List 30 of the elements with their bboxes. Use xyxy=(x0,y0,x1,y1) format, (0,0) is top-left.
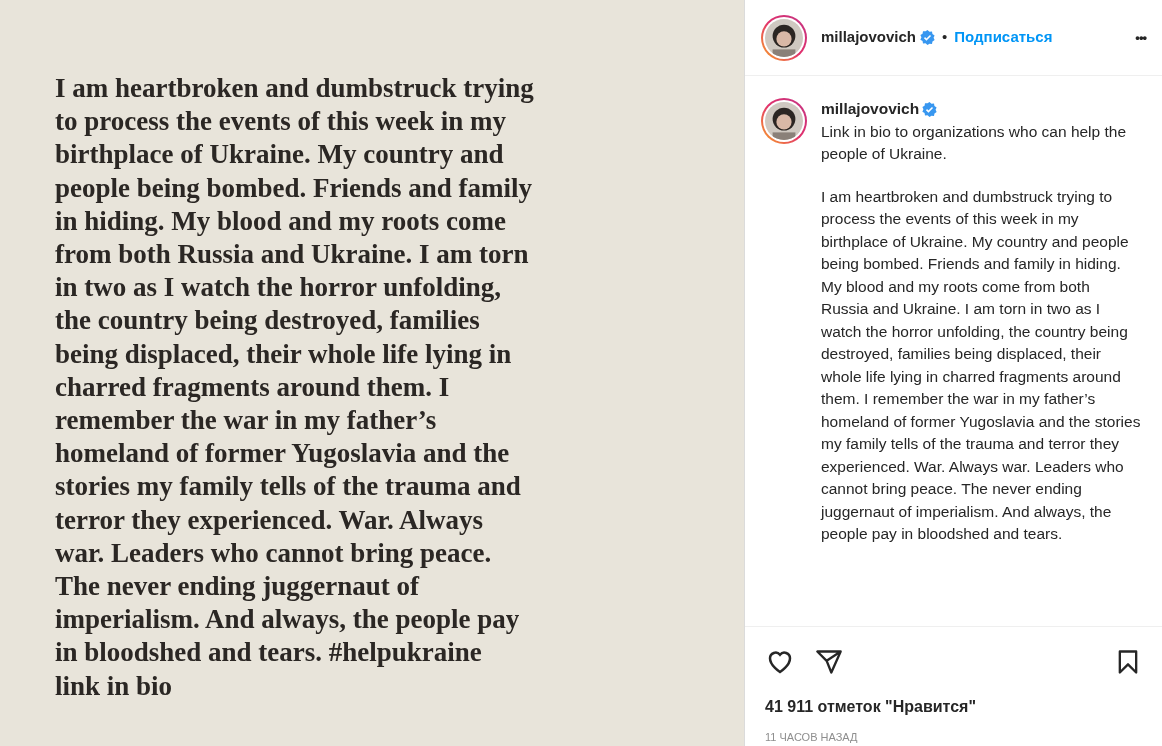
caption-text: Link in bio to organizations who can help the people of Ukraine. xyxy=(821,121,1128,164)
image-text-line: in two as I watch the horror unfolding, xyxy=(55,271,502,305)
caption-username[interactable]: millajovovich xyxy=(821,98,920,121)
image-text-line: charred fragments around them. I xyxy=(55,370,450,404)
image-text-line: remember the war in my father’s xyxy=(55,404,437,438)
image-text-line: being displaced, their whole life lying in xyxy=(55,337,512,371)
more-button[interactable]: ••• xyxy=(1135,27,1146,48)
share-button[interactable] xyxy=(815,648,843,676)
avatar[interactable] xyxy=(761,98,807,144)
image-text-line: I am heartbroken and dumbstruck trying xyxy=(55,72,534,105)
image-text-line: link in bio xyxy=(55,669,173,703)
image-text-line: terror they experienced. War. Always xyxy=(55,503,483,537)
image-text-line: to process the events of this week in my xyxy=(55,105,506,139)
caption-text: I am heartbroken and dumbstruck trying to process the events of this week in my birthplace of Ukraine. My country and people being bombed. Friends and family in hiding. My blood and my roots come from both Russia and Ukraine. I am torn in two as I watch the horror unfolding, the country being destroyed, families being displaced, their whole life lying in charred fragments around them. I remember the war in my father’s homeland of former Yugoslavia and the stories my family tells of the trauma and terror they experienced. War. Always war. Leaders who cannot bring peace. The never ending juggernaut of imperialism. And always, the people pay in bloodshed and tears. xyxy=(821,186,1141,544)
likes-count[interactable]: 41 911 отметок "Нравится" xyxy=(765,695,976,719)
image-text-line: in bloodshed and tears. #helpukraine xyxy=(55,636,482,670)
image-text-line: from both Russia and Ukraine. I am torn xyxy=(55,238,529,271)
separator-dot: • xyxy=(942,27,948,48)
image-text-line: birthplace of Ukraine. My country and xyxy=(55,138,504,172)
post-time: 11 ЧАСОВ НАЗАД xyxy=(765,730,858,745)
image-text-line: the country being destroyed, families xyxy=(55,304,480,338)
image-text-line: The never ending juggernaut of xyxy=(55,570,419,604)
image-text-line: stories my family tells of the trauma and xyxy=(55,470,521,504)
username[interactable]: millajovovich xyxy=(821,26,917,49)
image-text-line: in hiding. My blood and my roots come xyxy=(55,204,507,238)
image-text-line: people being bombed. Friends and family xyxy=(55,171,533,205)
image-text-line: imperialism. And always, the people pay xyxy=(55,603,520,637)
image-text-line: homeland of former Yugoslavia and the xyxy=(55,437,510,471)
avatar[interactable] xyxy=(761,14,807,61)
image-text-line: war. Leaders who cannot bring peace. xyxy=(55,536,492,570)
